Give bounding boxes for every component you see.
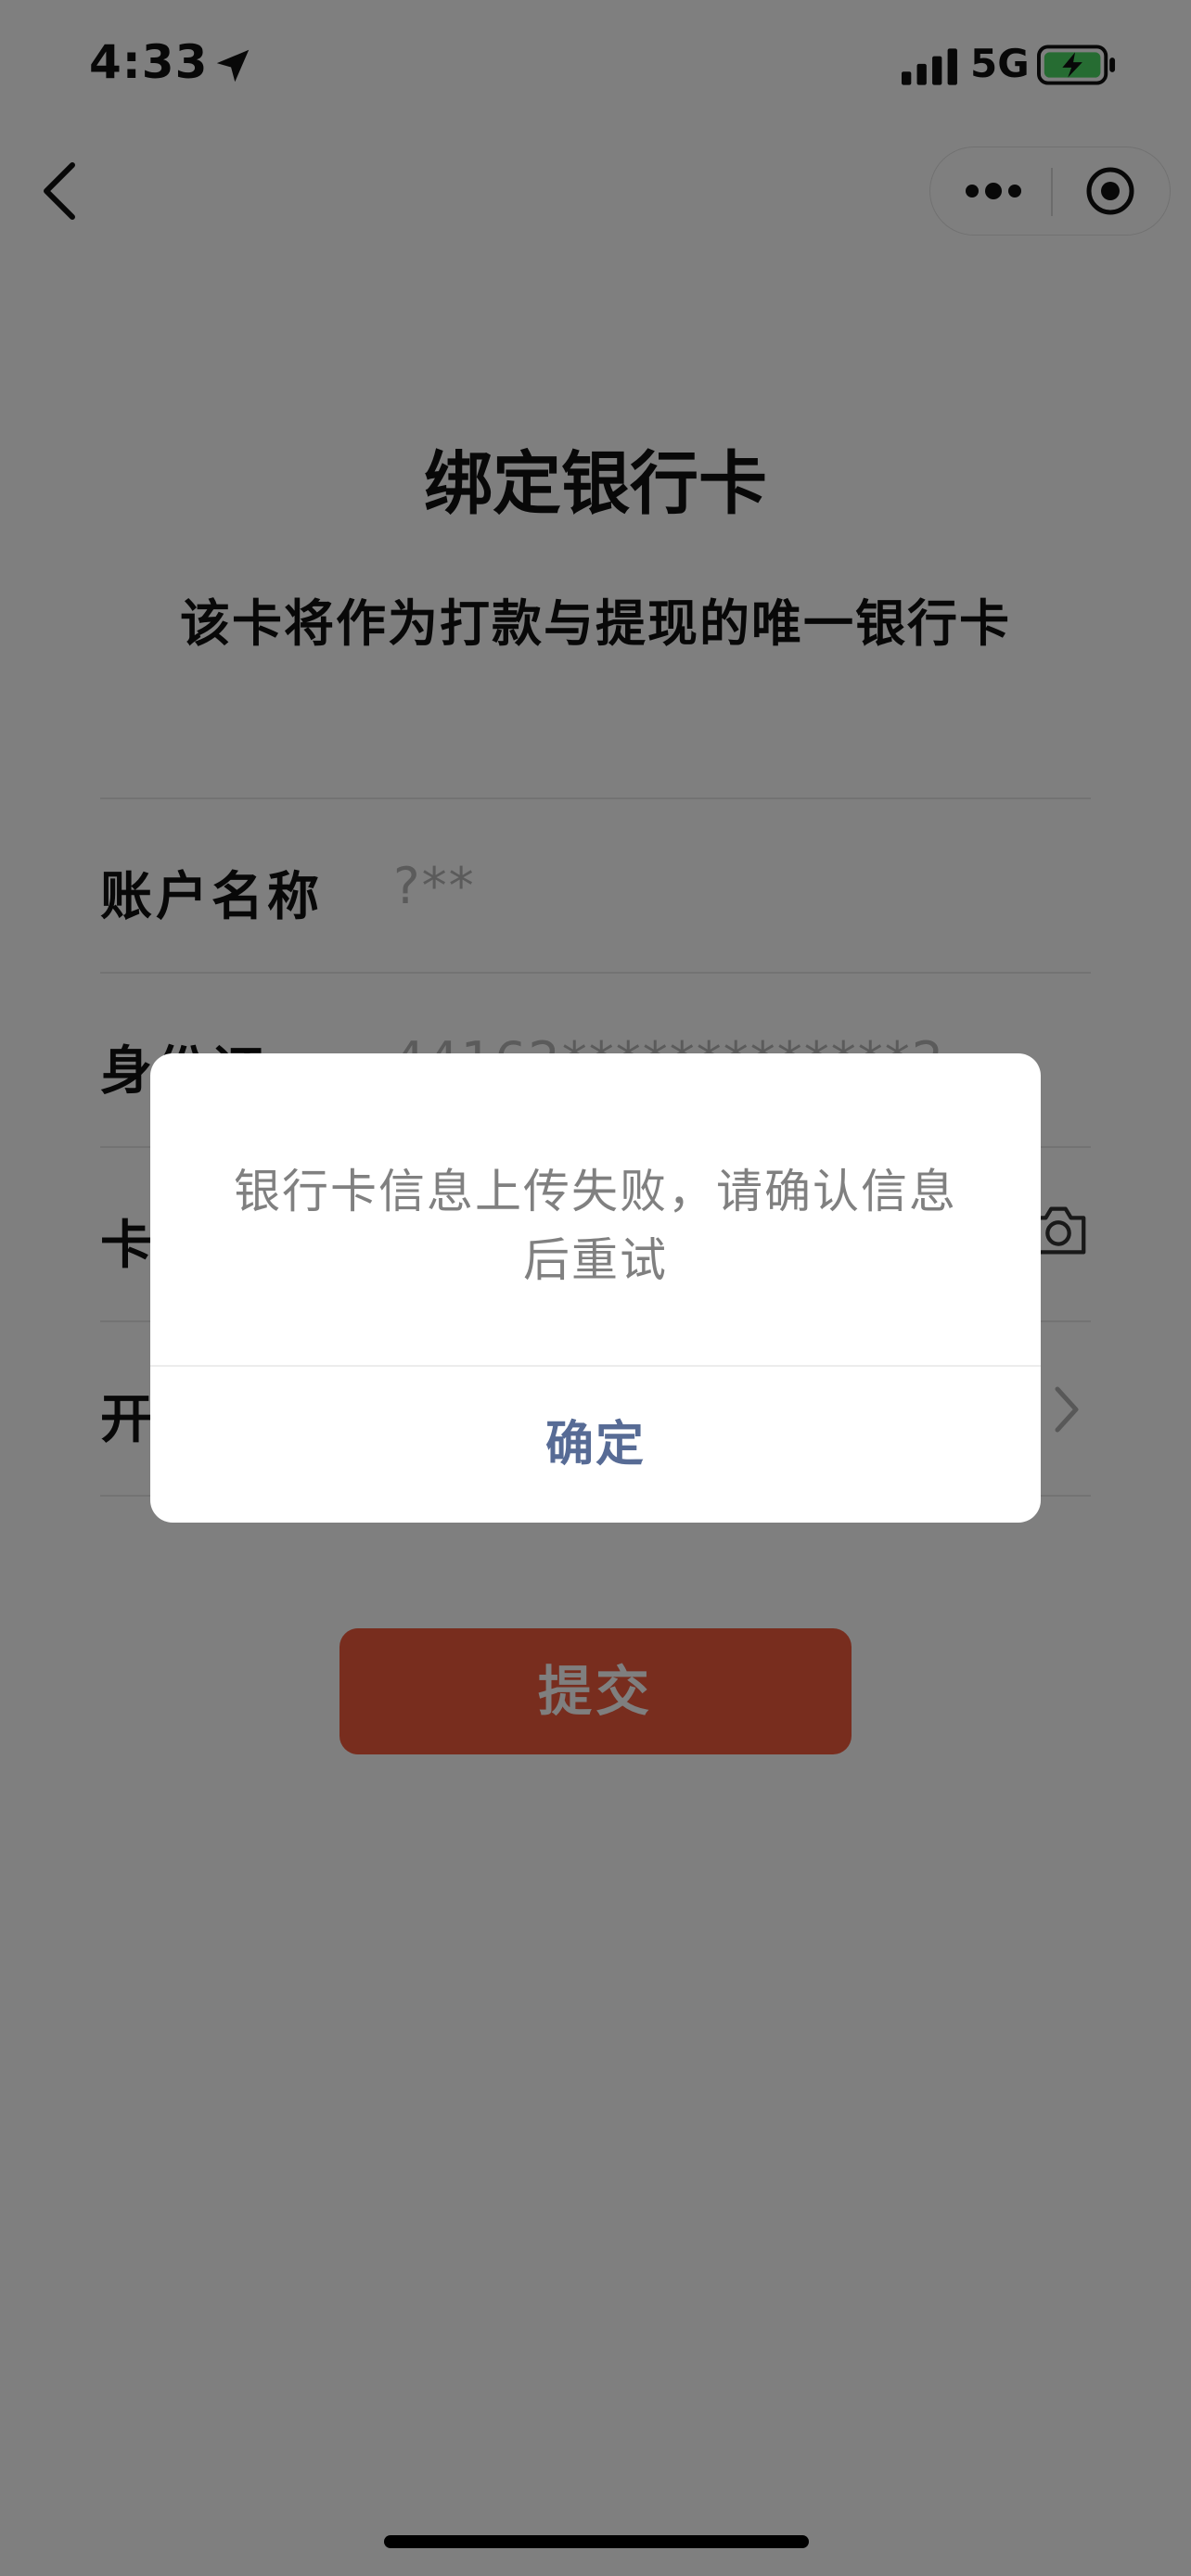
dialog-message: 银行卡信息上传失败，请确认信息后重试 xyxy=(234,1165,957,1287)
error-dialog: 银行卡信息上传失败，请确认信息后重试 确定 xyxy=(150,1053,1041,1523)
home-indicator xyxy=(384,2535,809,2548)
confirm-button[interactable]: 确定 xyxy=(150,1367,1041,1523)
